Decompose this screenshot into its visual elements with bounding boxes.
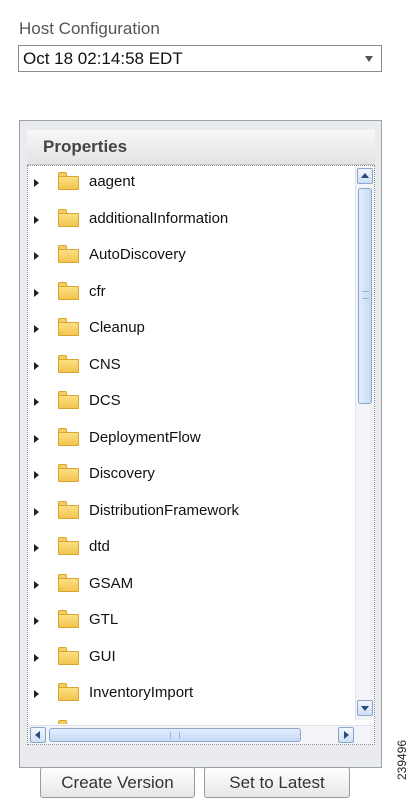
tree-item-label: GTL [89,611,119,628]
tree-item[interactable]: GTL [28,604,346,641]
set-to-latest-button[interactable]: Set to Latest [204,767,350,798]
tree-item[interactable]: InventoryImport [28,677,346,714]
expand-arrow-icon[interactable] [34,215,39,224]
tree-item-label: GUI [89,647,116,665]
tree-item-label: cfr [89,282,106,300]
figure-id: 239496 [395,739,409,780]
tree-item-label: DistributionFramework [89,501,240,519]
expand-arrow-icon[interactable] [34,653,39,662]
properties-title: Properties [43,137,128,156]
tree-item-label: aagent [89,173,135,190]
tree-item[interactable]: GSAM [28,568,346,605]
folder-icon [58,683,79,701]
expand-arrow-icon[interactable] [34,507,39,516]
tree-item-label: dtd [89,538,110,555]
host-configuration-value: Oct 18 02:14:58 EDT [23,49,183,68]
folder-icon [58,573,79,592]
properties-panel: Properties aagent additionalInformation Au… [19,120,382,768]
grip-icon [170,732,180,739]
expand-arrow-icon[interactable] [34,471,39,479]
tree-item[interactable]: CNS [28,349,346,386]
tree-item[interactable]: GUI [28,641,346,678]
properties-tree: aagent additionalInformation AutoDiscovery… [27,165,375,745]
host-configuration-label: Host Configuration [19,19,160,38]
scroll-right-icon[interactable] [338,727,354,743]
folder-icon [58,245,79,263]
tree-item[interactable]: DCS [28,385,346,422]
expand-arrow-icon[interactable] [34,179,39,187]
expand-arrow-icon[interactable] [34,617,39,625]
expand-arrow-icon[interactable] [34,325,39,333]
vertical-scrollbar[interactable] [355,166,374,720]
tree-item[interactable]: additionalInformation [28,203,346,240]
expand-arrow-icon[interactable] [34,544,39,552]
horizontal-scroll-thumb[interactable] [49,728,301,742]
vertical-scroll-thumb[interactable] [358,188,372,404]
dropdown-arrow-icon[interactable] [365,56,373,62]
tree-item[interactable]: Discovery [28,458,346,495]
tree-item-label: additionalInformation [89,209,229,227]
folder-icon [58,427,79,446]
expand-arrow-icon[interactable] [34,434,39,443]
tree-item-label: GSAM [89,574,134,592]
tree-item-label: Discovery [89,465,155,482]
folder-icon [58,281,79,300]
folder-icon [58,646,79,665]
tree-item[interactable]: Cleanup [28,312,346,349]
grip-icon [362,291,369,299]
folder-icon [58,172,79,190]
tree-item-label: DeploymentFlow [89,428,201,446]
tree-item[interactable]: AutoDiscovery [28,239,346,276]
host-configuration-panel: Host Configuration Oct 18 02:14:58 EDT P… [0,0,392,802]
tree-item-label: AutoDiscovery [89,246,186,263]
tree-item[interactable]: DistributionFramework [28,495,346,532]
expand-arrow-icon[interactable] [34,361,39,370]
create-version-button[interactable]: Create Version [40,767,195,798]
folder-icon [58,610,79,628]
tree-item-label: DCS [89,392,121,409]
tree-item-label: InventoryImport [89,684,194,701]
scroll-left-icon[interactable] [30,727,46,743]
tree-item-label: CNS [89,355,121,373]
tree-item[interactable]: dtd [28,531,346,568]
properties-tree-list: aagent additionalInformation AutoDiscovery… [28,166,346,724]
folder-icon [58,391,79,409]
folder-icon [58,537,79,555]
expand-arrow-icon[interactable] [34,690,39,698]
tree-item[interactable]: cfr [28,276,346,313]
host-configuration-select[interactable]: Oct 18 02:14:58 EDT [18,45,382,72]
tree-item[interactable]: DeploymentFlow [28,422,346,459]
folder-icon [58,208,79,227]
tree-item[interactable]: aagent [28,166,346,203]
expand-arrow-icon[interactable] [34,288,39,297]
expand-arrow-icon[interactable] [34,252,39,260]
expand-arrow-icon[interactable] [34,580,39,589]
expand-arrow-icon[interactable] [34,398,39,406]
scroll-up-icon[interactable] [357,168,373,184]
horizontal-scrollbar[interactable] [28,725,374,744]
scroll-down-icon[interactable] [357,700,373,716]
folder-icon [58,464,79,482]
scrollbar-corner [356,726,374,744]
folder-icon [58,318,79,336]
properties-header: Properties [27,130,375,165]
folder-icon [58,500,79,519]
folder-icon [58,354,79,373]
tree-item-partial[interactable] [28,714,346,724]
tree-item-label: Cleanup [89,319,145,336]
